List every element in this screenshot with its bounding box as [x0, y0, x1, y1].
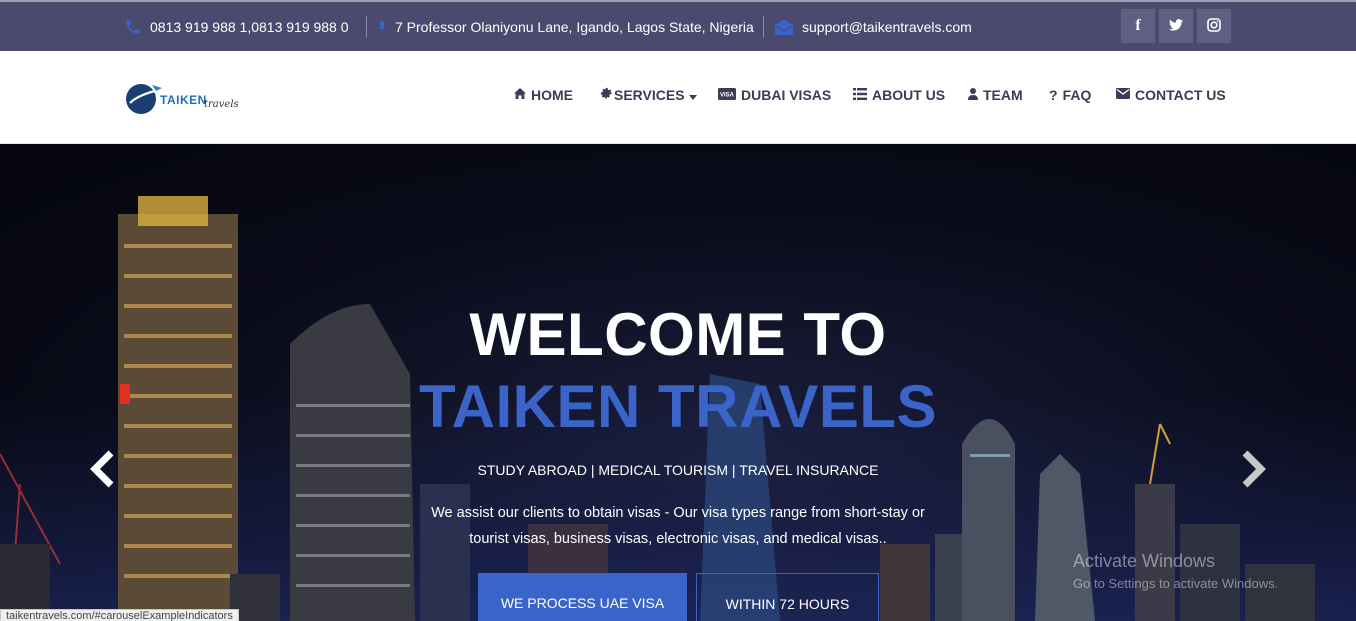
- twitter-button[interactable]: [1159, 9, 1193, 43]
- nav-team[interactable]: TEAM: [968, 87, 1023, 103]
- question-icon: ?: [1049, 87, 1058, 103]
- hero-description: We assist our clients to obtain visas - …: [0, 500, 1356, 552]
- activate-windows-watermark: Activate Windows Go to Settings to activ…: [1073, 551, 1278, 591]
- user-icon: [968, 87, 978, 103]
- logo-text: TAIKEN: [160, 93, 207, 107]
- nav-services-label: SERVICES: [614, 87, 685, 103]
- within-72-hours-button[interactable]: WITHIN 72 HOURS: [696, 573, 879, 621]
- twitter-icon: [1169, 18, 1183, 34]
- svg-text:VISA: VISA: [720, 92, 735, 98]
- pin-icon: [377, 20, 387, 34]
- carousel-next-button[interactable]: [1234, 444, 1274, 494]
- gear-icon: [600, 87, 613, 103]
- hero-tagline: STUDY ABROAD | MEDICAL TOURISM | TRAVEL …: [477, 462, 879, 478]
- watermark-line1: Activate Windows: [1073, 551, 1216, 571]
- nav-team-label: TEAM: [983, 87, 1023, 103]
- hero-desc-line2: tourist visas, business visas, electroni…: [469, 531, 887, 547]
- nav-about-label: ABOUT US: [872, 87, 946, 103]
- hero-title-line1: WELCOME TO: [469, 301, 887, 368]
- chevron-left-icon: [90, 450, 114, 488]
- divider: [366, 16, 367, 38]
- divider: [763, 16, 764, 38]
- uae-visa-button[interactable]: WE PROCESS UAE VISA: [478, 573, 687, 621]
- nav-about-us[interactable]: ABOUT US: [853, 87, 945, 103]
- instagram-button[interactable]: [1197, 9, 1231, 43]
- nav-services[interactable]: SERVICES: [600, 87, 697, 103]
- hero-carousel: WELCOME TO TAIKEN TRAVELS STUDY ABROAD |…: [0, 144, 1356, 621]
- list-icon: [853, 87, 867, 103]
- nav-home-label: HOME: [531, 87, 573, 103]
- browser-status-url: taikentravels.com/#carouselExampleIndica…: [0, 609, 239, 621]
- envelope-icon: [1116, 88, 1130, 102]
- carousel-prev-button[interactable]: [82, 444, 122, 494]
- phone-number: 0813 919 988 1,0813 919 988 0: [150, 18, 349, 35]
- nav-faq-label: FAQ: [1062, 87, 1092, 103]
- home-icon: [514, 88, 526, 102]
- envelope-open-icon: [774, 18, 794, 36]
- nav-contact-label: CONTACT US: [1135, 87, 1226, 103]
- facebook-icon: f: [1135, 17, 1141, 34]
- site-logo[interactable]: TAIKEN travels: [124, 79, 239, 119]
- main-navbar: TAIKEN travels HOME SERVICES VISA DUBAI …: [0, 51, 1356, 144]
- nav-dubai-visas[interactable]: VISA DUBAI VISAS: [718, 87, 831, 103]
- instagram-icon: [1207, 17, 1221, 35]
- address-contact: 7 Professor Olaniyonu Lane, Igando, Lago…: [377, 2, 754, 51]
- nav-dubai-label: DUBAI VISAS: [741, 87, 832, 103]
- nav-faq[interactable]: ? FAQ: [1049, 87, 1091, 103]
- hero-desc-line1: We assist our clients to obtain visas - …: [431, 505, 925, 521]
- email-contact[interactable]: support@taikentravels.com: [774, 2, 972, 51]
- chevron-right-icon: [1242, 450, 1266, 488]
- phone-contact[interactable]: 0813 919 988 1,0813 919 988 0: [124, 2, 349, 51]
- address-text: 7 Professor Olaniyonu Lane, Igando, Lago…: [395, 18, 754, 35]
- email-text: support@taikentravels.com: [802, 18, 972, 35]
- globe-plane-icon: [126, 84, 163, 114]
- logo-script: travels: [204, 99, 239, 110]
- nav-home[interactable]: HOME: [514, 87, 573, 103]
- nav-contact-us[interactable]: CONTACT US: [1116, 87, 1226, 103]
- visa-card-icon: VISA: [718, 87, 736, 103]
- hero-title-line2: TAIKEN TRAVELS: [418, 373, 938, 440]
- facebook-button[interactable]: f: [1121, 9, 1155, 43]
- top-bar: 0813 919 988 1,0813 919 988 0 7 Professo…: [0, 0, 1356, 51]
- phone-icon: [124, 18, 142, 36]
- watermark-line2: Go to Settings to activate Windows.: [1073, 576, 1279, 591]
- caret-down-icon: [688, 87, 697, 103]
